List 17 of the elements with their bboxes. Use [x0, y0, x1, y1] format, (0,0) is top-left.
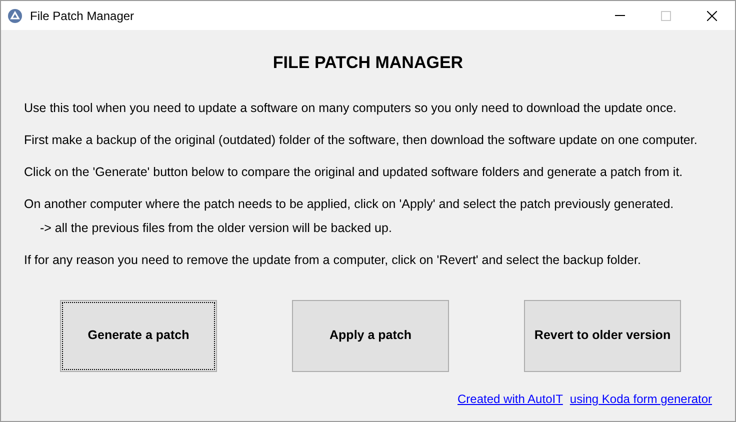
- instruction-text: -> all the previous files from the older version will be backed up.: [39, 220, 393, 236]
- minimize-icon: [615, 15, 625, 16]
- instruction-text: On another computer where the patch needs to be applied, click on 'Apply' and select the patch previously generated.: [24, 196, 675, 212]
- maximize-icon: [661, 10, 671, 20]
- instruction-text: If for any reason you need to remove the update from a computer, click on 'Revert' and select the backup folder.: [24, 252, 642, 268]
- close-icon: [707, 10, 717, 20]
- heading: FILE PATCH MANAGER: [272, 52, 464, 74]
- instruction-text: First make a backup of the original (outdated) folder of the software, then download the software update on one computer.: [24, 132, 698, 148]
- credit-link[interactable]: Created with AutoIT: [458, 390, 563, 408]
- window-title: File Patch Manager: [30, 8, 134, 24]
- instruction-text: Use this tool when you need to update a software on many computers so you only need to download the update once.: [24, 100, 678, 116]
- action-button[interactable]: Generate a patch: [60, 300, 217, 372]
- instruction-text: Click on the 'Generate' button below to compare the original and updated software folders and generate a patch from it.: [24, 164, 684, 180]
- action-button[interactable]: Revert to older version: [524, 300, 681, 372]
- app-icon: [8, 8, 22, 22]
- credit-link[interactable]: using Koda form generator: [570, 390, 712, 408]
- action-button[interactable]: Apply a patch: [292, 300, 449, 372]
